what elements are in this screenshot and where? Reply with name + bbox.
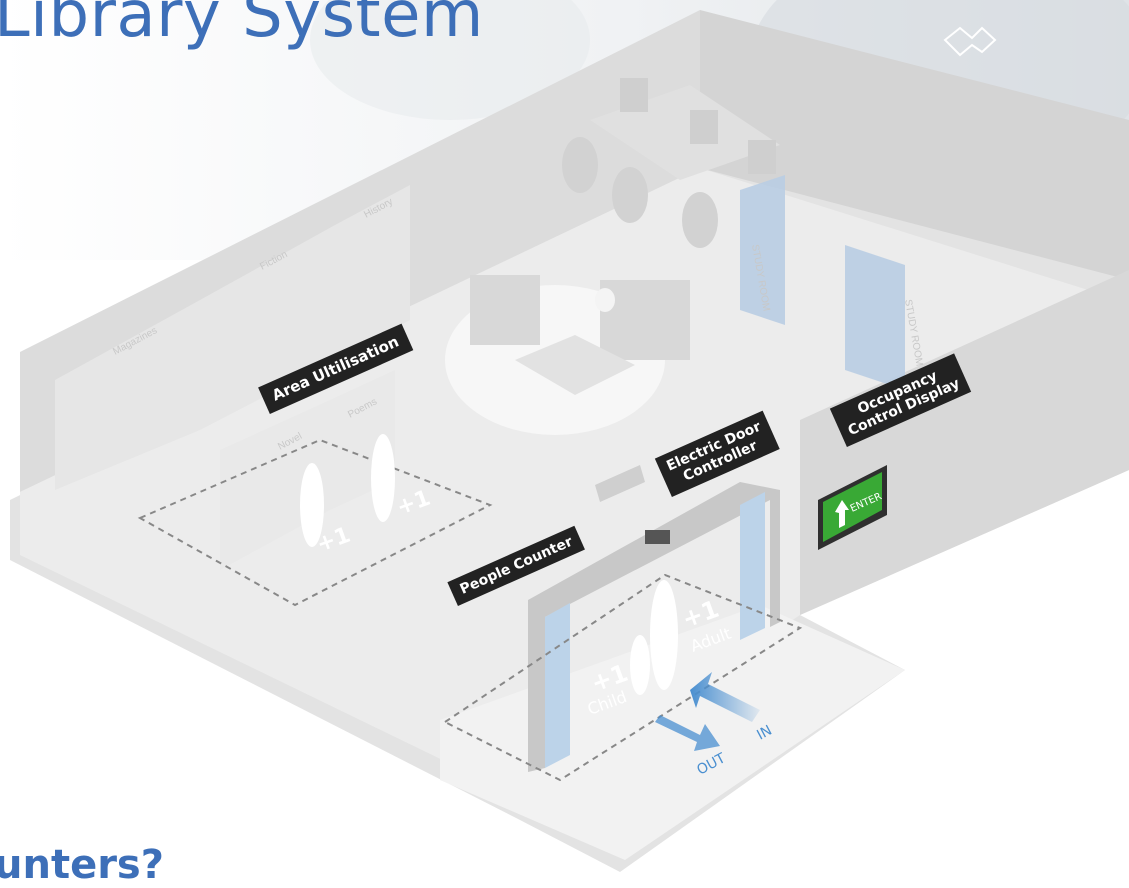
door-controller-box xyxy=(645,530,670,544)
section-heading-fragment: unters? xyxy=(0,842,164,888)
person-silhouette xyxy=(371,434,395,522)
adult-silhouette xyxy=(650,580,678,690)
library-floorplan-diagram: STUDY ROOM STUDY ROOM Magazines Fiction … xyxy=(0,0,1129,888)
child-silhouette xyxy=(630,635,650,695)
monitor xyxy=(748,140,776,174)
sofa xyxy=(470,275,540,345)
monitor xyxy=(690,110,718,144)
door-glass-panel xyxy=(545,603,570,768)
monitor xyxy=(620,78,648,112)
chair xyxy=(682,192,718,248)
page-title: Library System xyxy=(0,0,484,52)
chair xyxy=(612,167,648,223)
sofa xyxy=(600,280,690,360)
floorplan-svg: STUDY ROOM STUDY ROOM Magazines Fiction … xyxy=(0,0,1129,872)
chair xyxy=(562,137,598,193)
reading-person xyxy=(595,288,615,312)
study-room-glass xyxy=(845,245,905,390)
door-glass-panel xyxy=(740,492,765,640)
